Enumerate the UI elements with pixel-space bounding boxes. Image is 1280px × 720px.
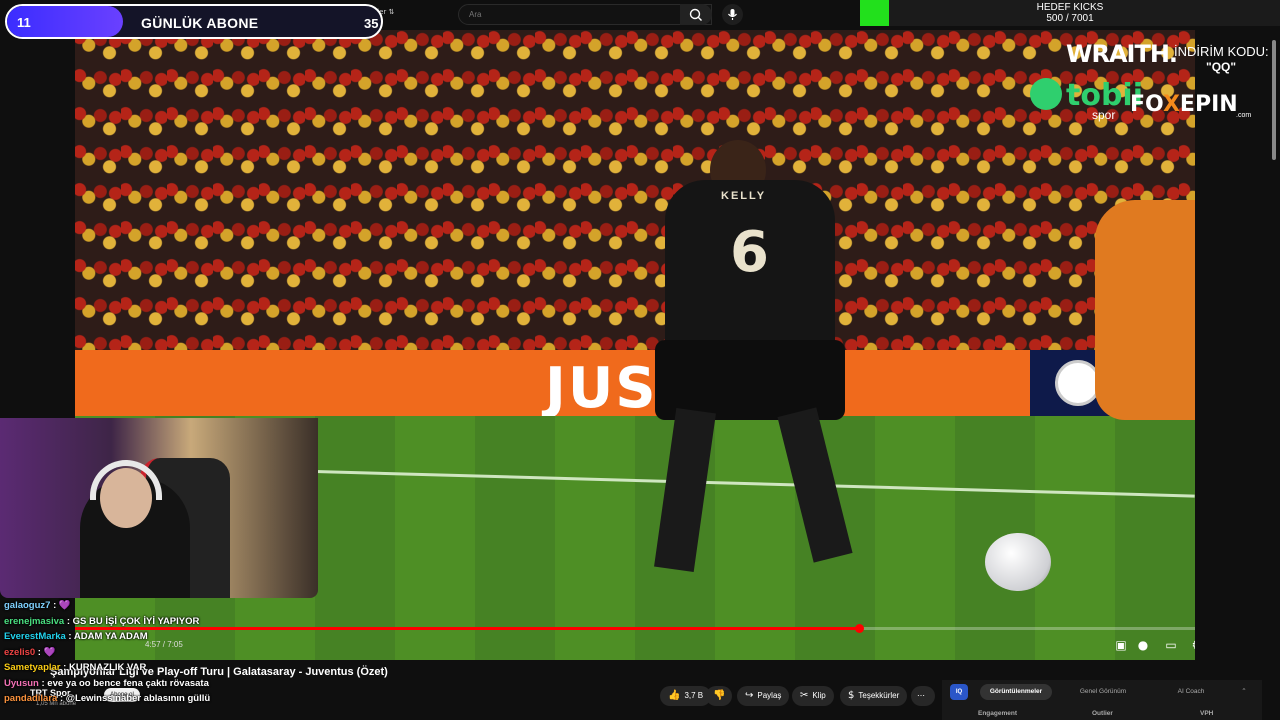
thanks-icon: $ (848, 690, 855, 701)
chat-username[interactable]: erenejmasiva (4, 616, 64, 627)
wraith-logo: WRAITH. (1066, 40, 1178, 68)
more-actions-button[interactable]: ⋯ (911, 686, 935, 706)
voice-search-button[interactable] (722, 4, 743, 25)
chat-username[interactable]: pandadilara (4, 693, 57, 704)
share-button[interactable]: ↪ Paylaş (737, 686, 790, 706)
mic-icon (728, 9, 737, 20)
thumbs-up-icon: 👍 (668, 690, 681, 701)
chat-message: Sametyaplar : KURNAZLIK VAR (4, 660, 344, 676)
chat-separator: : (57, 693, 66, 704)
chat-message: erenejmasiva : GS BU İŞİ ÇOK İYİ YAPIYOR (4, 614, 344, 630)
tobii-icon (1030, 78, 1062, 110)
subscriber-goal-target: 35 (364, 16, 379, 31)
collapse-icon[interactable]: ⌃ (1238, 684, 1250, 700)
autoplay-icon: ● (1137, 638, 1149, 652)
foxepin-pre: FO (1130, 92, 1163, 117)
promo-code: "QQ" (1206, 60, 1237, 74)
chat-username[interactable]: Uyusun (4, 678, 39, 689)
stream-screen: Filtreler ⇅ Ara JUST EAT KELLY 6 (0, 0, 1280, 720)
iq-badge[interactable]: IQ (950, 684, 968, 700)
chat-text: 💜 (58, 600, 71, 611)
analytics-panel: IQ Görüntülenmeler Genel Görünüm AI Coac… (942, 680, 1262, 720)
player-leg-right (777, 407, 853, 563)
scissors-icon: ✂ (800, 690, 809, 701)
football (985, 533, 1051, 591)
chat-separator: : (60, 662, 69, 673)
thanks-label: Teşekkürler (858, 691, 900, 700)
subtitles-button[interactable]: ▭ (1162, 638, 1180, 656)
foxepin-logo: FOXEPIN (1130, 92, 1238, 117)
tobii-spor-label: spor (1092, 108, 1116, 122)
scrollbar-thumb[interactable] (1272, 40, 1276, 160)
foxepin-post: EPIN (1179, 92, 1238, 117)
kicks-goal: HEDEF KICKS 500 / 7001 (860, 0, 1280, 26)
settings-button[interactable]: ⚙ (1188, 638, 1195, 656)
tab-views[interactable]: Görüntülenmeler (980, 684, 1052, 700)
search-icon (689, 8, 702, 21)
dislike-button[interactable]: 👎 (706, 686, 732, 706)
col-vph: VPH (1200, 710, 1214, 717)
chat-text: ADAM YA ADAM (73, 631, 148, 642)
subscriber-count: 11 (17, 15, 31, 30)
chat-message: Uyusun : eve ya oo bence fena çaktı röva… (4, 676, 344, 692)
chat-separator: : (65, 631, 74, 642)
chat-overlay: galaoguz7 : 💜 erenejmasiva : GS BU İŞİ ÇO… (4, 598, 344, 707)
subtitles-icon: ▭ (1165, 638, 1177, 652)
scrollbar[interactable] (1272, 30, 1278, 660)
more-icon: ⋯ (917, 691, 925, 700)
chat-text: KURNAZLIK VAR (68, 662, 147, 673)
search-input[interactable]: Ara (469, 10, 481, 19)
streamer-webcam (0, 418, 318, 598)
chat-username[interactable]: galaoguz7 (4, 600, 50, 611)
iq-button[interactable]: ▣ (1112, 638, 1130, 656)
search-button[interactable] (680, 4, 712, 25)
chat-username[interactable]: EverestMarka (4, 631, 66, 642)
iq-icon: ▣ (1115, 638, 1127, 652)
thanks-button[interactable]: $ Teşekkürler (840, 686, 908, 706)
tab-overview[interactable]: Genel Görünüm (1064, 684, 1142, 700)
chat-separator: : (50, 600, 59, 611)
kicks-goal-title: HEDEF KICKS (1036, 2, 1104, 13)
col-outlier: Outlier (1092, 710, 1113, 717)
foxepin-x: X (1162, 92, 1180, 117)
autoplay-toggle[interactable]: ● (1134, 638, 1152, 656)
chat-message: ezelis0 : 💜 (4, 645, 344, 661)
thumbs-down-icon: 👎 (713, 690, 726, 701)
video-scrubber[interactable] (855, 624, 864, 633)
chat-message: EverestMarka : ADAM YA ADAM (4, 629, 344, 645)
subscriber-goal-title: GÜNLÜK ABONE (141, 15, 259, 31)
chat-text: eve ya oo bence fena çaktı rövasata (47, 677, 209, 689)
chat-username[interactable]: ezelis0 (4, 647, 35, 658)
foxepin-domain: .com (1236, 112, 1252, 119)
daily-subscriber-goal: 11 GÜNLÜK ABONE 35 (5, 4, 383, 39)
chat-text: 💜 (43, 646, 56, 658)
chat-message: pandadilara : @Lewinss naber ablasının g… (4, 691, 344, 707)
jersey-number: 6 (730, 220, 769, 285)
share-label: Paylaş (757, 691, 782, 700)
tab-ai-coach[interactable]: AI Coach (1156, 684, 1226, 700)
player-leg-left (654, 407, 716, 573)
jersey-name: KELLY (721, 190, 767, 202)
chat-separator: : (35, 646, 44, 658)
chat-text: @Lewinss naber ablasının güllü (65, 693, 211, 704)
opponent-player (1095, 200, 1195, 420)
clip-label: Klip (812, 691, 826, 700)
col-engagement: Engagement (978, 710, 1018, 717)
share-icon: ↪ (745, 690, 754, 701)
player: KELLY 6 (605, 140, 905, 580)
search-box[interactable]: Ara (458, 4, 712, 25)
like-button[interactable]: 👍 3,7 B (660, 686, 712, 706)
chat-message: galaoguz7 : 💜 (4, 598, 344, 614)
chat-username[interactable]: Sametyaplar (4, 662, 61, 673)
chat-separator: : (64, 615, 73, 627)
promo-label: İNDİRİM KODU: (1174, 44, 1269, 59)
chat-text: GS BU İŞİ ÇOK İYİ YAPIYOR (72, 615, 200, 627)
clip-button[interactable]: ✂ Klip (792, 686, 834, 706)
like-count: 3,7 B (684, 691, 704, 700)
kicks-goal-count: 500 / 7001 (1046, 13, 1094, 24)
gear-icon: ⚙ (1192, 638, 1195, 652)
